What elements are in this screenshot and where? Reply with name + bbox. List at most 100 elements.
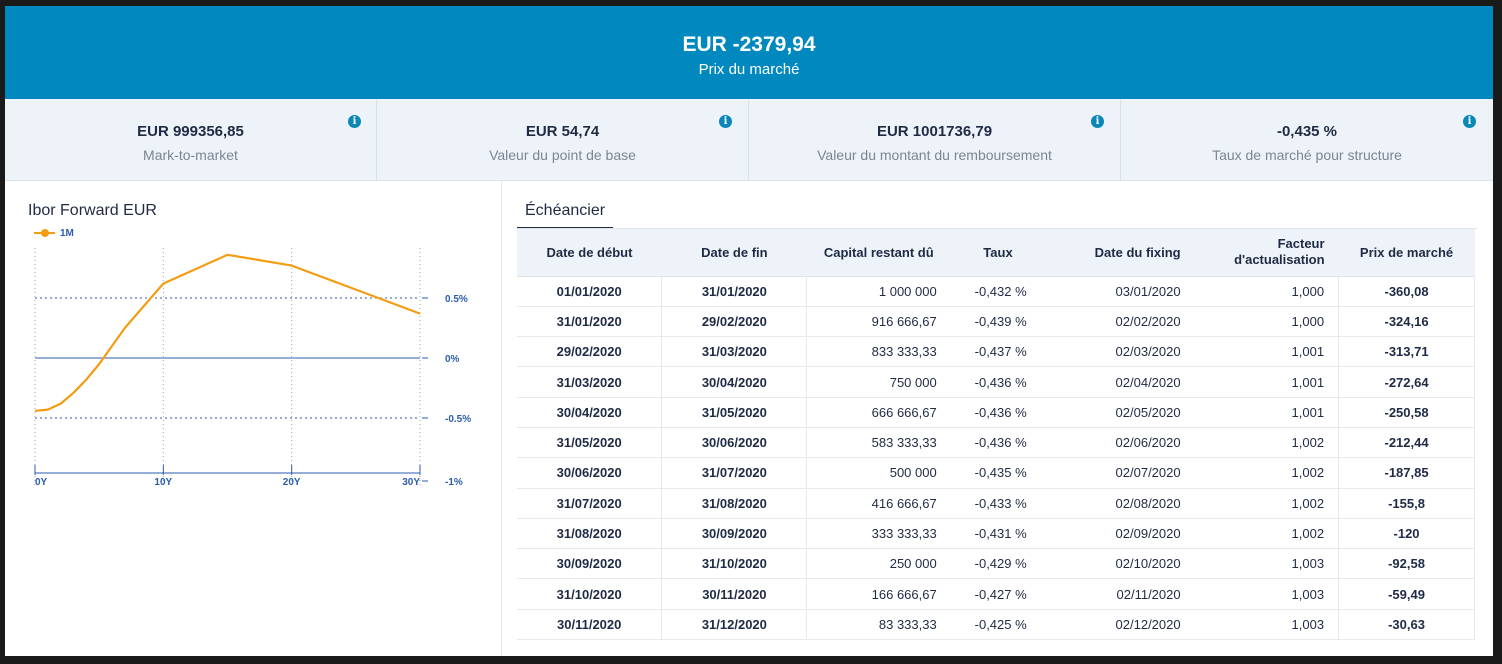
- rate-cell: -0,431 %: [950, 518, 1047, 550]
- column-header-rate[interactable]: Taux: [951, 229, 1047, 276]
- market-price-banner: EUR -2379,94 Prix du marché: [5, 6, 1493, 99]
- rate-cell: -0,436 %: [950, 427, 1047, 459]
- info-icon[interactable]: i: [348, 115, 361, 128]
- discount-factor-cell: 1,003: [1194, 548, 1340, 580]
- fixing-date-cell: 02/08/2020: [1046, 488, 1195, 519]
- start-date-cell: 31/10/2020: [517, 578, 663, 610]
- discount-factor-cell: 1,002: [1194, 518, 1340, 550]
- fixing-date-cell: 02/09/2020: [1046, 518, 1195, 550]
- capital-cell: 333 333,33: [806, 518, 951, 550]
- column-header-fixing-date[interactable]: Date du fixing: [1047, 229, 1195, 276]
- rate-cell: -0,437 %: [950, 336, 1047, 368]
- market-price-cell: -313,71: [1338, 336, 1475, 368]
- metric-label: Valeur du point de base: [489, 147, 636, 163]
- start-date-cell: 30/04/2020: [517, 397, 663, 428]
- start-date-cell: 29/02/2020: [517, 336, 663, 368]
- end-date-cell: 31/01/2020: [661, 275, 808, 307]
- x-tick-label: 20Y: [283, 477, 301, 488]
- rate-cell: -0,436 %: [950, 366, 1047, 398]
- forward-curve-panel: Ibor Forward EUR 1M 0Y 10Y 20Y 30Y 0.5% 0% -0.…: [5, 181, 502, 656]
- tab-echeancier[interactable]: Échéancier: [517, 200, 614, 229]
- capital-cell: 833 333,33: [806, 336, 951, 368]
- end-date-cell: 30/09/2020: [661, 518, 808, 550]
- column-header-outstanding-capital[interactable]: Capital restant dû: [807, 229, 951, 276]
- rate-cell: -0,425 %: [950, 609, 1047, 641]
- end-date-cell: 31/12/2020: [661, 609, 808, 641]
- info-icon[interactable]: i: [1091, 115, 1104, 128]
- y-tick-label: -0.5%: [445, 414, 471, 425]
- capital-cell: 750 000: [806, 366, 951, 398]
- discount-factor-cell: 1,001: [1194, 366, 1340, 398]
- metric-mark-to-market: EUR 999356,85 Mark-to-market i: [5, 99, 377, 181]
- table-row: 31/01/2020 29/02/2020 916 666,67 -0,439 % 02…: [517, 306, 1475, 338]
- fixing-date-cell: 02/11/2020: [1046, 578, 1195, 610]
- end-date-cell: 30/11/2020: [661, 578, 808, 610]
- rate-cell: -0,439 %: [950, 306, 1047, 338]
- capital-cell: 583 333,33: [806, 427, 951, 459]
- table-row: 30/04/2020 31/05/2020 666 666,67 -0,436 % 02…: [517, 397, 1475, 428]
- fixing-date-cell: 02/02/2020: [1046, 306, 1195, 338]
- market-price-amount: EUR -2379,94: [682, 33, 816, 56]
- table-header-row: Date de début Date de fin Capital restan…: [517, 229, 1475, 276]
- market-price-label: Prix du marché: [698, 61, 800, 78]
- capital-cell: 1 000 000: [806, 275, 951, 307]
- table-row: 01/01/2020 31/01/2020 1 000 000 -0,432 % 03/…: [517, 275, 1475, 307]
- discount-factor-cell: 1,002: [1194, 427, 1340, 459]
- metric-value: EUR 999356,85: [137, 123, 244, 140]
- column-header-market-price[interactable]: Prix de marché: [1339, 229, 1475, 276]
- market-price-cell: -324,16: [1338, 306, 1475, 338]
- market-price-cell: -59,49: [1338, 578, 1475, 610]
- market-price-cell: -272,64: [1338, 366, 1475, 398]
- schedule-table: Date de début Date de fin Capital restan…: [517, 229, 1475, 641]
- metric-value: -0,435 %: [1276, 123, 1338, 140]
- end-date-cell: 30/06/2020: [661, 427, 808, 459]
- discount-factor-cell: 1,002: [1194, 488, 1340, 519]
- metric-basis-point-value: EUR 54,74 Valeur du point de base i: [377, 99, 749, 181]
- metric-label: Taux de marché pour structure: [1212, 147, 1402, 163]
- capital-cell: 416 666,67: [806, 488, 951, 519]
- pricing-result-panel: EUR -2379,94 Prix du marché EUR 999356,8…: [5, 6, 1493, 656]
- fixing-date-cell: 03/01/2020: [1046, 275, 1195, 307]
- discount-factor-cell: 1,003: [1194, 578, 1340, 610]
- capital-cell: 166 666,67: [806, 578, 951, 610]
- capital-cell: 666 666,67: [806, 397, 951, 428]
- start-date-cell: 30/06/2020: [517, 457, 663, 489]
- info-icon[interactable]: i: [719, 115, 732, 128]
- fixing-date-cell: 02/12/2020: [1046, 609, 1195, 641]
- metric-label: Mark-to-market: [143, 147, 238, 163]
- market-price-cell: -250,58: [1338, 397, 1475, 428]
- schedule-panel: Échéancier Date de début Date de fin Cap…: [502, 181, 1493, 656]
- start-date-cell: 30/09/2020: [517, 548, 663, 580]
- column-header-discount-factor[interactable]: Facteur d'actualisation: [1195, 229, 1339, 276]
- y-tick-label: 0.5%: [445, 294, 468, 305]
- end-date-cell: 31/08/2020: [661, 488, 808, 519]
- y-tick-label: 0%: [445, 354, 460, 365]
- capital-cell: 500 000: [806, 457, 951, 489]
- start-date-cell: 31/01/2020: [517, 306, 663, 338]
- table-row: 30/06/2020 31/07/2020 500 000 -0,435 % 02/07…: [517, 457, 1475, 489]
- start-date-cell: 31/05/2020: [517, 427, 663, 459]
- start-date-cell: 01/01/2020: [517, 275, 663, 307]
- discount-factor-cell: 1,003: [1194, 609, 1340, 641]
- metrics-bar: EUR 999356,85 Mark-to-market i EUR 54,74…: [5, 99, 1493, 181]
- column-header-start-date[interactable]: Date de début: [517, 229, 662, 276]
- fixing-date-cell: 02/07/2020: [1046, 457, 1195, 489]
- metric-redemption-value: EUR 1001736,79 Valeur du montant du remb…: [749, 99, 1121, 181]
- fixing-date-cell: 02/10/2020: [1046, 548, 1195, 580]
- market-price-cell: -92,58: [1338, 548, 1475, 580]
- table-row: 29/02/2020 31/03/2020 833 333,33 -0,437 % 02…: [517, 336, 1475, 368]
- table-row: 31/05/2020 30/06/2020 583 333,33 -0,436 % 02…: [517, 427, 1475, 459]
- rate-cell: -0,429 %: [950, 548, 1047, 580]
- metric-market-rate: -0,435 % Taux de marché pour structure i: [1121, 99, 1493, 181]
- fixing-date-cell: 02/04/2020: [1046, 366, 1195, 398]
- rate-cell: -0,436 %: [950, 397, 1047, 428]
- capital-cell: 916 666,67: [806, 306, 951, 338]
- column-header-end-date[interactable]: Date de fin: [662, 229, 807, 276]
- end-date-cell: 31/05/2020: [661, 397, 808, 428]
- table-row: 31/10/2020 30/11/2020 166 666,67 -0,427 % 02…: [517, 578, 1475, 610]
- info-icon[interactable]: i: [1463, 115, 1476, 128]
- market-price-cell: -30,63: [1338, 609, 1475, 641]
- table-row: 31/03/2020 30/04/2020 750 000 -0,436 % 02/04…: [517, 366, 1475, 398]
- fixing-date-cell: 02/03/2020: [1046, 336, 1195, 368]
- discount-factor-cell: 1,001: [1194, 336, 1340, 368]
